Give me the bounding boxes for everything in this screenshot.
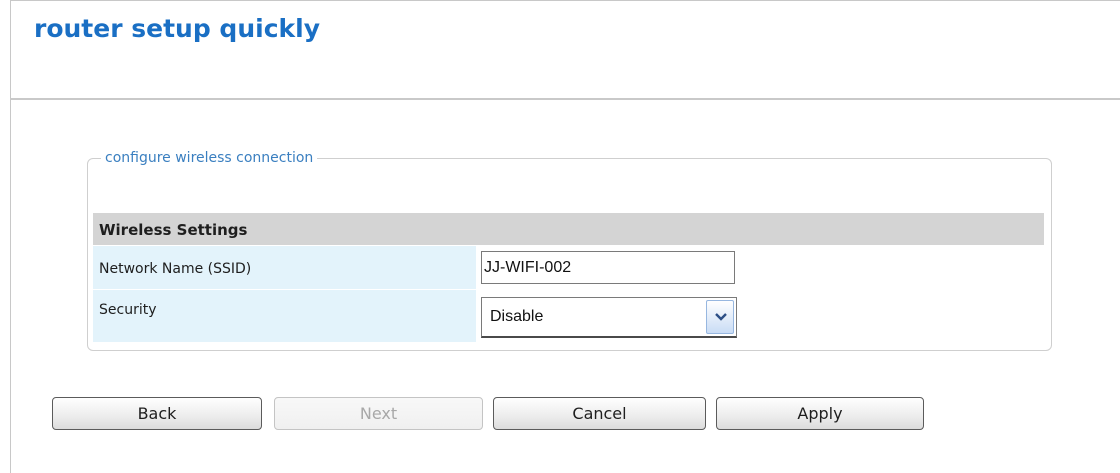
ssid-input[interactable] [481,251,735,284]
security-label: Security [93,290,476,342]
back-button[interactable]: Back [52,397,262,430]
apply-button[interactable]: Apply [716,397,924,430]
chevron-down-icon[interactable] [706,300,734,334]
group-legend: configure wireless connection [105,150,314,166]
section-header: Wireless Settings [93,213,1044,245]
title-divider [10,98,1120,100]
security-select[interactable]: Disable [481,297,737,338]
next-button: Next [274,397,483,430]
security-select-value: Disable [490,308,544,325]
ssid-label: Network Name (SSID) [93,246,476,289]
page-title: router setup quickly [34,14,320,43]
cancel-button[interactable]: Cancel [493,397,706,430]
